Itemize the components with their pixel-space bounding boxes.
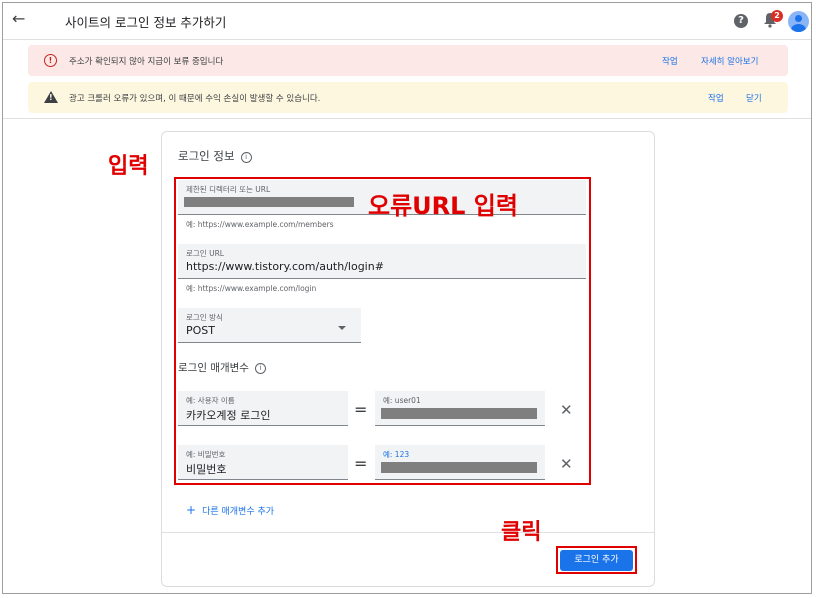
plus-icon: + [186,503,197,517]
banner-learn-more-link[interactable]: 자세히 알아보기 [701,55,758,67]
add-param-button[interactable]: + 다른 매개변수 추가 [186,503,274,517]
banner-payment-hold: ! 주소가 확인되지 않아 지급이 보류 중입니다 작업 자세히 알아보기 [28,45,788,76]
divider [3,118,811,119]
info-icon[interactable]: i [240,152,252,163]
help-icon[interactable]: ? [734,14,748,28]
notification-badge: 2 [771,10,783,22]
avatar[interactable] [788,11,809,32]
banner-dismiss-button[interactable]: 닫기 [746,92,762,104]
annotation-click: 클릭 [501,520,542,545]
error-icon: ! [44,54,57,67]
banner-message: 주소가 확인되지 않아 지급이 보류 중입니다 [69,57,224,67]
annotation-error-url: 오류URL 입력 [368,192,518,220]
banner-message: 광고 크롤러 오류가 있으며, 이 때문에 수익 손실이 발생할 수 있습니다. [69,94,321,104]
annotation-box-fields [174,177,591,485]
banner-action-button[interactable]: 작업 [708,92,724,104]
page-title: 사이트의 로그인 정보 추가하기 [65,15,227,30]
top-bar: ← 사이트의 로그인 정보 추가하기 ? 2 [3,3,811,40]
annotation-box-submit [556,546,637,574]
annotation-input: 입력 [108,154,149,179]
warning-icon: ! [44,91,58,103]
divider [162,532,654,533]
banner-action-button[interactable]: 작업 [662,55,678,67]
banner-crawler-error: ! 광고 크롤러 오류가 있으며, 이 때문에 수익 손실이 발생할 수 있습니… [28,82,788,113]
section-title: 로그인 정보 i [178,148,252,164]
arrow-left-icon[interactable]: ← [12,9,25,28]
